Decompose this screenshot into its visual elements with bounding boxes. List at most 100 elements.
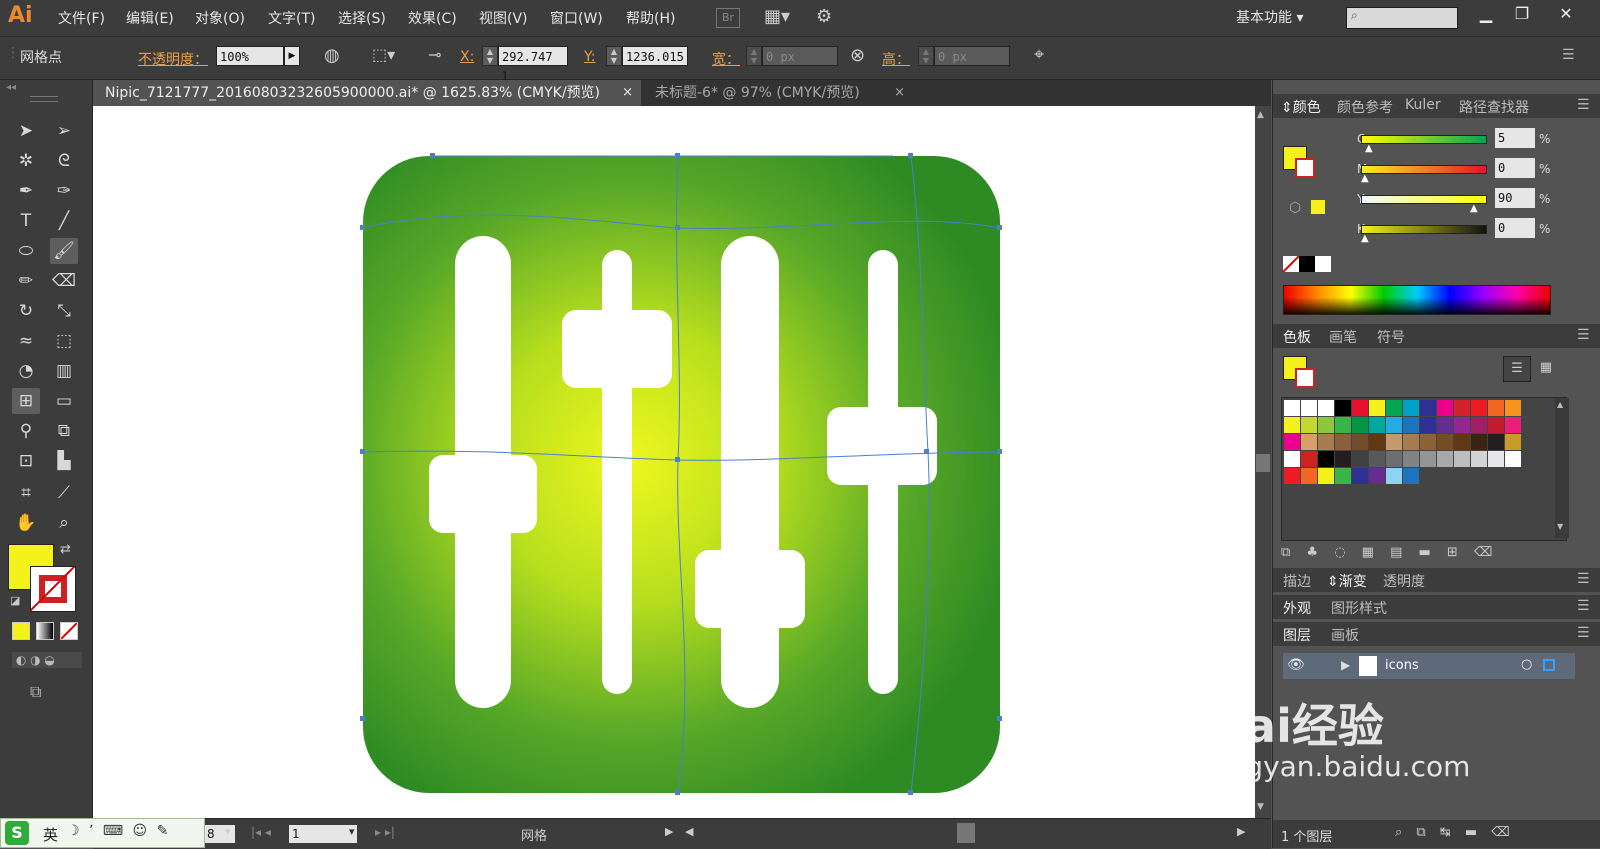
y-slider-thumb[interactable]: ▲ bbox=[1470, 203, 1478, 214]
k-input[interactable]: 0 bbox=[1495, 218, 1535, 238]
color-swatch[interactable] bbox=[1505, 451, 1521, 467]
color-swatch[interactable] bbox=[1284, 451, 1300, 467]
artboard-dropdown-icon[interactable]: ▾ bbox=[349, 825, 355, 838]
c-slider[interactable] bbox=[1361, 135, 1487, 144]
color-swatch[interactable] bbox=[1420, 417, 1436, 433]
layer-row-icons[interactable]: 👁 ▶ icons ○ bbox=[1283, 653, 1575, 679]
control-panel-menu-icon[interactable]: ☰ bbox=[1562, 47, 1575, 63]
gradient-tool-icon[interactable]: ▭ bbox=[50, 388, 78, 414]
black-color-swatch[interactable] bbox=[1299, 256, 1315, 272]
color-swatch[interactable] bbox=[1284, 434, 1300, 450]
menu-edit[interactable]: 编辑(E) bbox=[126, 8, 174, 28]
m-input[interactable]: 0 bbox=[1495, 158, 1535, 178]
scale-tool-icon[interactable]: ⤡ bbox=[50, 298, 78, 324]
none-mode-button[interactable] bbox=[60, 622, 78, 640]
recolor-icon[interactable]: ◍ bbox=[324, 45, 340, 66]
grid-view-icon[interactable]: ▦ bbox=[1533, 356, 1559, 380]
gradient-mode-button[interactable] bbox=[36, 622, 54, 640]
color-swatch[interactable] bbox=[1454, 400, 1470, 416]
color-swatch[interactable] bbox=[1471, 417, 1487, 433]
magic-wand-tool-icon[interactable]: ✲ bbox=[12, 148, 40, 174]
color-swatch[interactable] bbox=[1505, 400, 1521, 416]
color-swatch[interactable] bbox=[1318, 417, 1334, 433]
workspace-switcher[interactable]: 基本功能 ▾ bbox=[1236, 7, 1303, 27]
layer-actions[interactable]: ⌕ ⧉ ↹ ▬ ⌫ bbox=[1395, 825, 1510, 840]
pencil-tool-icon[interactable]: ✏ bbox=[12, 268, 40, 294]
stroke-panel-menu-icon[interactable]: ☰ bbox=[1577, 571, 1590, 587]
color-swatch[interactable] bbox=[1352, 451, 1368, 467]
artboard-tool-icon[interactable]: ⌗ bbox=[12, 480, 40, 506]
color-spectrum[interactable] bbox=[1283, 285, 1551, 315]
tab-document-untitled[interactable]: 未标题-6* @ 97% (CMYK/预览) × bbox=[643, 80, 913, 106]
layer-visibility-eye-icon[interactable]: 👁 bbox=[1287, 657, 1305, 673]
gamut-swatch[interactable] bbox=[1311, 200, 1325, 214]
tab-kuler[interactable]: Kuler bbox=[1405, 97, 1441, 113]
color-swatch[interactable] bbox=[1386, 434, 1402, 450]
color-swatch[interactable] bbox=[1403, 451, 1419, 467]
y-stepper[interactable]: ▲ ▼ bbox=[606, 46, 622, 66]
c-slider-thumb[interactable]: ▲ bbox=[1365, 143, 1373, 154]
color-swatch[interactable] bbox=[1403, 417, 1419, 433]
layer-expand-icon[interactable]: ▶ bbox=[1341, 658, 1350, 672]
color-swatch[interactable] bbox=[1369, 434, 1385, 450]
rotate-tool-icon[interactable]: ↻ bbox=[12, 298, 40, 324]
color-mode-button[interactable] bbox=[12, 622, 30, 640]
m-slider[interactable] bbox=[1361, 165, 1487, 174]
color-swatch[interactable] bbox=[1420, 400, 1436, 416]
close-window-button[interactable]: ✕ bbox=[1550, 2, 1582, 26]
color-swatch[interactable] bbox=[1335, 451, 1351, 467]
sync-settings-icon[interactable]: ⚙ bbox=[816, 6, 832, 27]
swap-fill-stroke-icon[interactable]: ⇄ bbox=[60, 542, 71, 557]
swatch-scrollbar[interactable]: ▲ ▼ bbox=[1555, 398, 1569, 538]
color-swatch[interactable] bbox=[1369, 417, 1385, 433]
y-input[interactable]: 1236.015 bbox=[622, 46, 688, 66]
curvature-tool-icon[interactable]: ✑ bbox=[50, 178, 78, 204]
bridge-button[interactable]: Br bbox=[716, 8, 740, 28]
close-tab-icon[interactable]: × bbox=[894, 80, 905, 106]
color-swatch[interactable] bbox=[1335, 417, 1351, 433]
opacity-label[interactable]: 不透明度： bbox=[138, 49, 208, 69]
zoom-dropdown-icon[interactable]: ▾ bbox=[225, 825, 231, 838]
color-swatch[interactable] bbox=[1454, 417, 1470, 433]
layers-panel-menu-icon[interactable]: ☰ bbox=[1577, 625, 1590, 641]
screen-mode-icon[interactable]: ⧉ bbox=[30, 682, 41, 702]
mesh-tool-icon[interactable]: ⊞ bbox=[12, 388, 40, 414]
tab-artboards[interactable]: 画板 bbox=[1331, 625, 1359, 645]
tab-gradient[interactable]: ⇕渐变 bbox=[1327, 571, 1367, 591]
artboard-number-input[interactable]: 1 bbox=[289, 825, 357, 843]
swatch-panel-actions[interactable]: ⧉ ♣ ◌ ▦ ▤ ▬ ⊞ ⌫ bbox=[1281, 545, 1565, 563]
tab-color-guide[interactable]: 颜色参考 bbox=[1337, 97, 1393, 117]
color-swatch[interactable] bbox=[1488, 434, 1504, 450]
tab-symbols[interactable]: 符号 bbox=[1377, 327, 1405, 347]
tab-document-nipic[interactable]: Nipic_7121777_20160803232605900000.ai* @… bbox=[93, 80, 641, 106]
m-slider-thumb[interactable]: ▲ bbox=[1361, 173, 1369, 184]
menu-effect[interactable]: 效果(C) bbox=[408, 8, 457, 28]
color-swatch[interactable] bbox=[1471, 451, 1487, 467]
width-input[interactable]: 0 px bbox=[762, 46, 838, 66]
lasso-tool-icon[interactable]: ᘓ bbox=[50, 148, 78, 174]
color-swatch[interactable] bbox=[1301, 400, 1317, 416]
x-stepper[interactable]: ▲ ▼ bbox=[482, 46, 498, 66]
x-input[interactable]: 292.747 l bbox=[498, 46, 568, 84]
menu-select[interactable]: 选择(S) bbox=[338, 8, 386, 28]
color-swatch[interactable] bbox=[1284, 417, 1300, 433]
color-swatch[interactable] bbox=[1454, 451, 1470, 467]
zoom-tool-icon[interactable]: ⌕ bbox=[50, 510, 78, 536]
color-swatch[interactable] bbox=[1369, 468, 1385, 484]
selection-tool-icon[interactable]: ➤ bbox=[12, 118, 40, 144]
layer-name[interactable]: icons bbox=[1385, 658, 1419, 673]
paintbrush-tool-icon[interactable]: 🖌 bbox=[50, 238, 78, 264]
stroke-color-swatch[interactable] bbox=[30, 566, 76, 612]
menu-file[interactable]: 文件(F) bbox=[58, 8, 105, 28]
color-swatch[interactable] bbox=[1437, 451, 1453, 467]
color-swatch[interactable] bbox=[1352, 417, 1368, 433]
scroll-up-icon[interactable]: ▲ bbox=[1257, 110, 1264, 120]
ime-tool-icons[interactable]: ☽ ʼ ⌨ ☺ ✎ bbox=[67, 823, 168, 839]
color-panel-menu-icon[interactable]: ☰ bbox=[1577, 97, 1590, 113]
reference-point-icon[interactable]: ⊸ bbox=[428, 45, 441, 64]
canvas-area[interactable] bbox=[93, 106, 1255, 818]
menu-window[interactable]: 窗口(W) bbox=[550, 8, 603, 28]
mixer-icon-artwork[interactable] bbox=[93, 106, 1255, 818]
menu-object[interactable]: 对象(O) bbox=[195, 8, 245, 28]
opacity-input[interactable]: 100% bbox=[216, 46, 284, 66]
